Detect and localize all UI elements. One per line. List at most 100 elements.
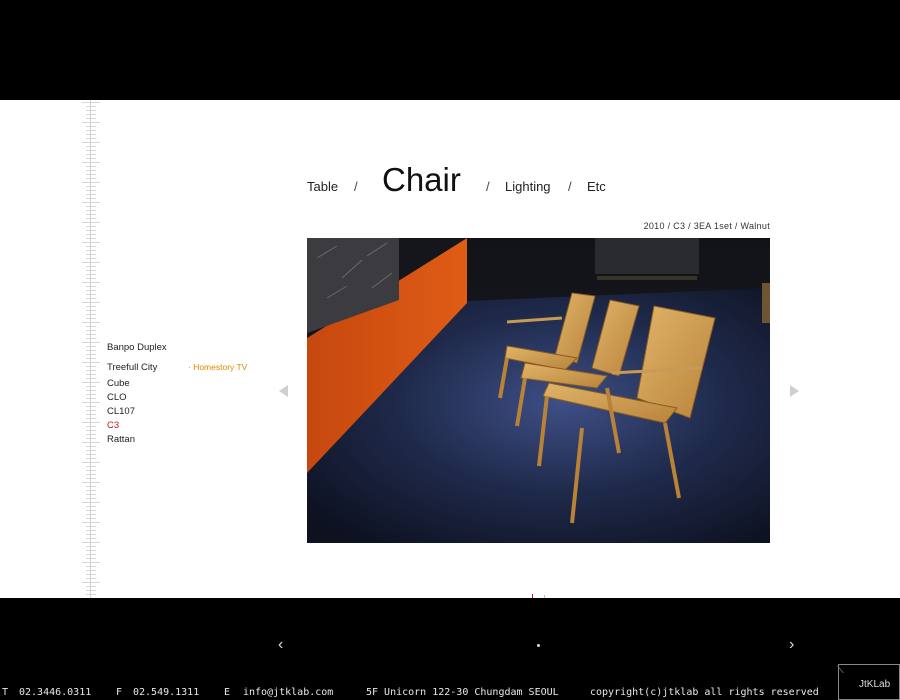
- ruler-tick: [86, 446, 96, 447]
- ruler-tick: [82, 262, 100, 263]
- ruler-tick: [86, 526, 96, 527]
- ruler-tick: [86, 386, 96, 387]
- project-item[interactable]: CLO: [107, 391, 167, 405]
- ruler-tick: [86, 426, 96, 427]
- project-item[interactable]: CL107: [107, 405, 167, 419]
- category-table[interactable]: Table: [307, 179, 338, 194]
- ruler-tick: [86, 158, 96, 159]
- photo-prev-arrow-icon[interactable]: [279, 385, 288, 397]
- project-item[interactable]: Banpo Duplex: [107, 341, 167, 358]
- category-separator: /: [568, 179, 572, 194]
- project-item[interactable]: Cube: [107, 377, 167, 391]
- jtklab-logo[interactable]: JtKLab: [837, 664, 900, 700]
- ruler-tick: [82, 122, 100, 123]
- product-photo: [307, 238, 770, 543]
- ruler-tick: [86, 418, 96, 419]
- ruler-tick: [86, 378, 96, 379]
- ruler-tick: [86, 434, 96, 435]
- ruler-tick: [86, 346, 96, 347]
- ruler-tick: [86, 350, 96, 351]
- email-link[interactable]: info@jtklab.com: [243, 687, 333, 698]
- ruler-tick: [86, 118, 96, 119]
- ruler-tick: [86, 510, 96, 511]
- vertical-ruler: [80, 100, 102, 598]
- category-chair[interactable]: Chair: [382, 161, 461, 199]
- ruler-tick: [82, 382, 100, 383]
- ruler-tick: [86, 278, 96, 279]
- ruler-tick: [86, 110, 96, 111]
- ruler-tick: [86, 514, 96, 515]
- ruler-tick: [86, 414, 96, 415]
- ruler-tick: [86, 326, 96, 327]
- logo-text: JtKLab: [859, 679, 891, 690]
- project-item-label: CLO: [107, 392, 127, 403]
- ruler-tick: [86, 210, 96, 211]
- ruler-tick: [82, 482, 100, 483]
- ruler-tick: [82, 462, 100, 463]
- ruler-tick: [86, 474, 96, 475]
- project-item-active[interactable]: C3: [107, 419, 167, 433]
- ruler-tick: [82, 142, 100, 143]
- ruler-tick: [86, 450, 96, 451]
- ruler-tick: [86, 274, 96, 275]
- ruler-tick: [86, 226, 96, 227]
- project-item[interactable]: Treefull City · Homestory TV: [107, 358, 247, 377]
- tel-number: 02.3446.0311: [19, 687, 92, 698]
- fax-number: 02.549.1311: [133, 687, 200, 698]
- ruler-tick: [86, 150, 96, 151]
- project-item[interactable]: Rattan: [107, 433, 167, 447]
- ruler-tick: [86, 334, 96, 335]
- ruler-tick: [86, 370, 96, 371]
- ruler-tick: [86, 298, 96, 299]
- ruler-tick: [86, 358, 96, 359]
- ruler-tick: [86, 230, 96, 231]
- ruler-tick: [86, 546, 96, 547]
- pager-next-button[interactable]: ›: [789, 636, 794, 654]
- ruler-tick: [86, 466, 96, 467]
- ruler-tick: [86, 238, 96, 239]
- ruler-tick: [86, 374, 96, 375]
- ruler-tick: [86, 538, 96, 539]
- pager-dot[interactable]: [537, 644, 540, 647]
- ruler-tick: [86, 494, 96, 495]
- bottom-bar: ‹ › T 02.3446.0311 F 02.549.1311 E info@…: [0, 598, 900, 700]
- pager-prev-button[interactable]: ‹: [278, 636, 283, 654]
- ruler-tick: [86, 518, 96, 519]
- ruler-tick: [86, 154, 96, 155]
- category-lighting[interactable]: Lighting: [505, 179, 551, 194]
- project-item-label: Cube: [107, 378, 130, 389]
- ruler-tick: [86, 354, 96, 355]
- project-sub-item[interactable]: · Homestory TV: [188, 358, 247, 377]
- ruler-tick: [86, 506, 96, 507]
- ruler-tick: [86, 558, 96, 559]
- ruler-tick: [86, 138, 96, 139]
- category-etc[interactable]: Etc: [587, 179, 606, 194]
- ruler-tick: [86, 486, 96, 487]
- ruler-tick: [86, 254, 96, 255]
- ruler-tick: [86, 406, 96, 407]
- ruler-tick: [86, 530, 96, 531]
- ruler-tick: [86, 430, 96, 431]
- ruler-tick: [86, 206, 96, 207]
- ruler-tick: [86, 366, 96, 367]
- ruler-tick: [86, 258, 96, 259]
- ruler-tick: [82, 402, 100, 403]
- ruler-tick: [86, 186, 96, 187]
- project-item-label: Treefull City: [107, 362, 158, 373]
- ruler-tick: [82, 562, 100, 563]
- project-item-label: Banpo Duplex: [107, 342, 167, 353]
- ruler-tick: [86, 294, 96, 295]
- ruler-tick: [86, 338, 96, 339]
- ruler-tick: [82, 182, 100, 183]
- project-item-label: Rattan: [107, 434, 135, 445]
- address-text: 5F Unicorn 122-30 Chungdam SEOUL: [366, 687, 559, 698]
- ruler-tick: [86, 318, 96, 319]
- ruler-tick: [86, 246, 96, 247]
- project-list: Banpo Duplex Treefull City · Homestory TV…: [107, 341, 247, 447]
- photo-next-arrow-icon[interactable]: [790, 385, 799, 397]
- ruler-tick: [86, 178, 96, 179]
- ruler-tick: [82, 522, 100, 523]
- ruler-tick: [82, 202, 100, 203]
- ruler-tick: [86, 498, 96, 499]
- ruler-tick: [82, 502, 100, 503]
